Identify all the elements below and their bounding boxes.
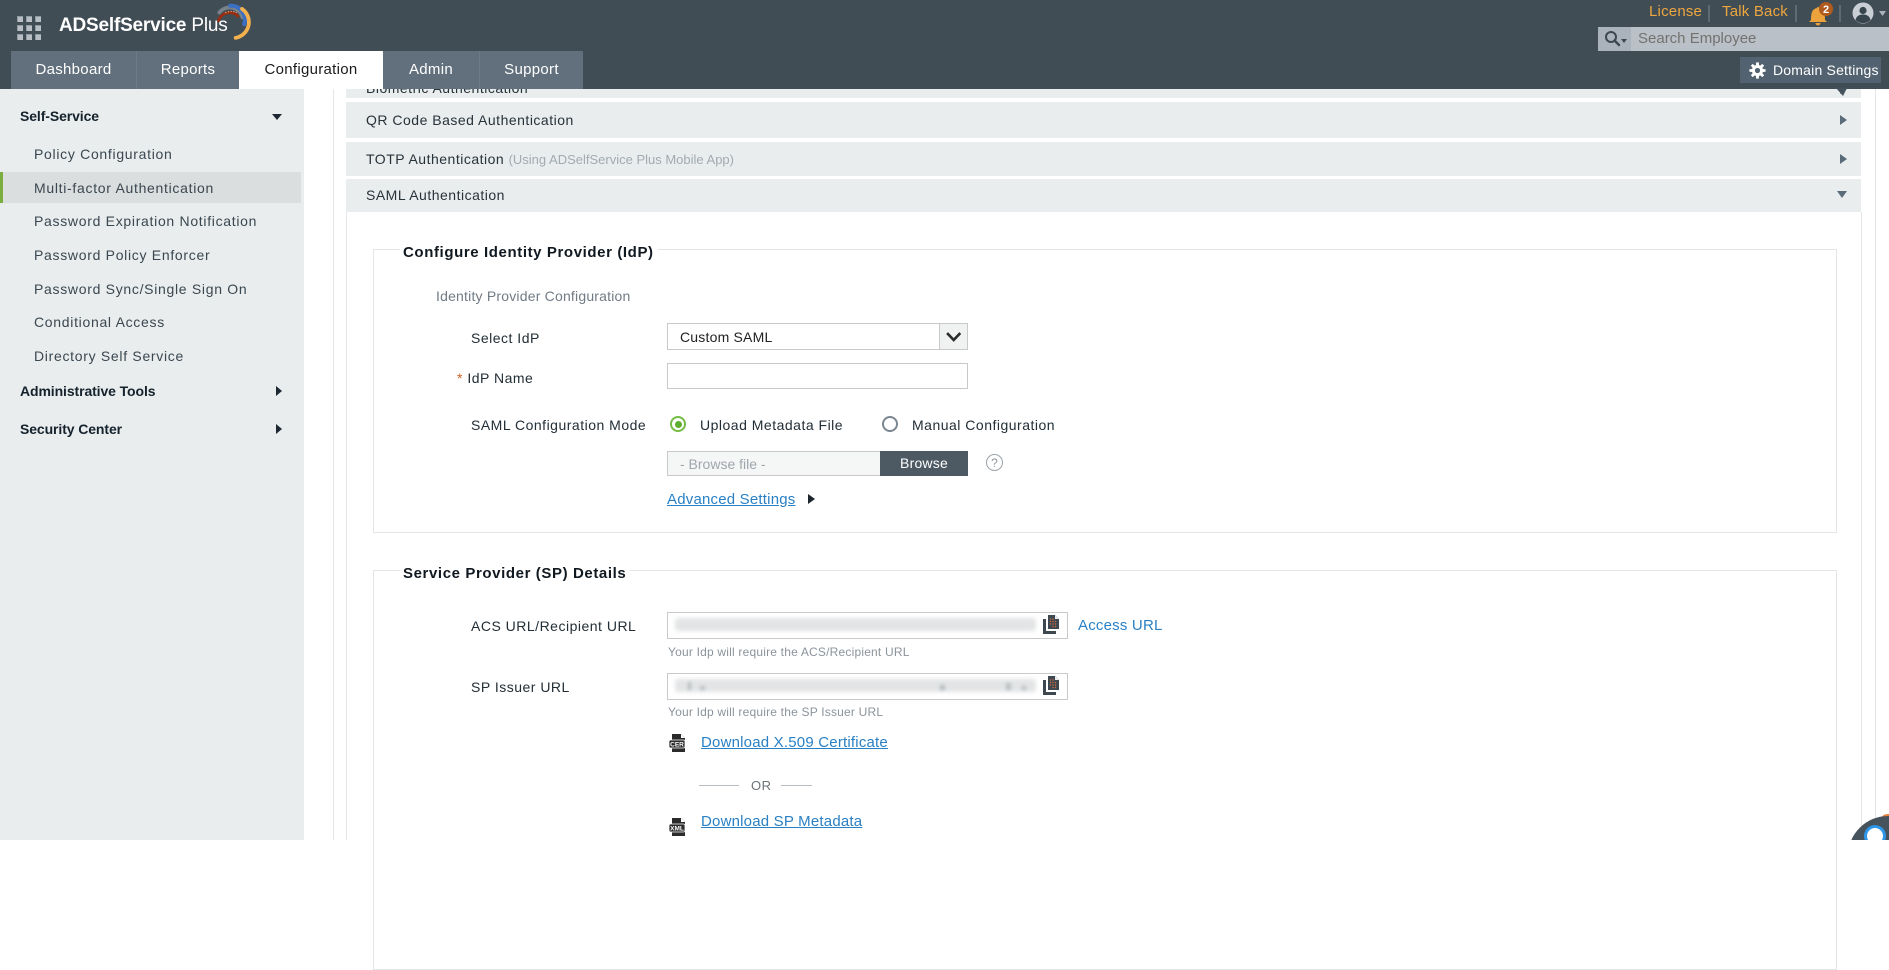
svg-text:2: 2 <box>1823 4 1829 16</box>
svg-text:XML: XML <box>670 826 684 833</box>
svg-text:CER: CER <box>670 742 684 749</box>
